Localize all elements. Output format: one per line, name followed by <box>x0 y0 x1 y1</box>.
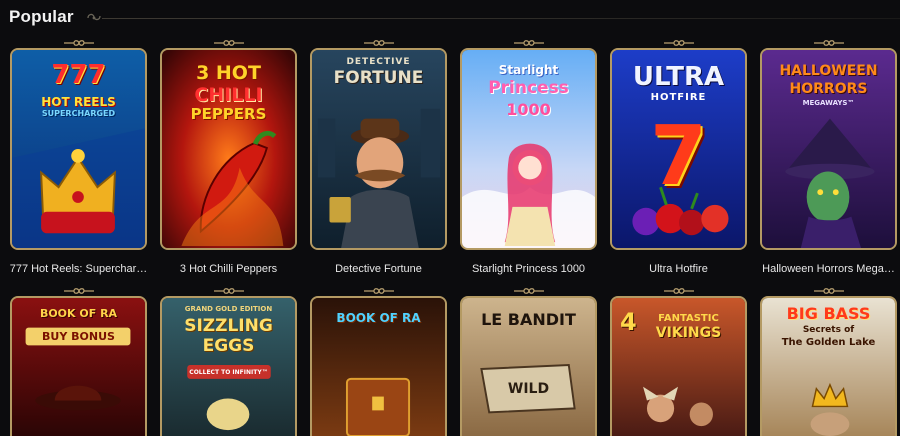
game-logo-subtitle: SUPERCHARGED <box>41 109 116 118</box>
card-ornament-icon <box>512 286 546 296</box>
title-ornament-icon <box>87 13 101 21</box>
game-thumbnail[interactable]: 3 HOT CHILLI PEPPERS <box>160 48 297 250</box>
title-divider <box>102 18 900 19</box>
game-logo-subtitle: Secrets of <box>802 325 855 335</box>
game-logo-subtitle: BUY BONUS <box>42 330 115 343</box>
card-ornament-icon <box>212 38 246 48</box>
game-thumbnail[interactable]: DETECTIVE FORTUNE <box>310 48 447 250</box>
section-header: Popular <box>0 0 900 36</box>
game-logo-title: Princess <box>488 78 569 98</box>
game-title[interactable]: Ultra Hotfire <box>604 263 753 275</box>
game-logo-number: 1000 <box>506 100 551 119</box>
card-ornament-icon <box>812 38 846 48</box>
game-logo-subtitle: Starlight <box>498 63 559 77</box>
game-thumbnail[interactable]: BIG BASS Secrets of The Golden Lake <box>760 296 897 436</box>
game-title[interactable]: Starlight Princess 1000 <box>454 263 603 275</box>
game-logo-subtitle: COLLECT TO INFINITY™ <box>189 369 268 376</box>
game-logo-title-2: HORRORS <box>789 81 868 97</box>
game-logo-subtitle: DETECTIVE <box>346 57 411 67</box>
game-thumbnail[interactable]: BOOK OF RA <box>310 296 447 436</box>
game-logo-title: LE BANDIT <box>481 310 576 329</box>
card-ornament-icon <box>362 38 396 48</box>
card-ornament-icon <box>362 286 396 296</box>
game-logo-title: BOOK OF RA <box>39 307 118 320</box>
game-logo-number: 777 <box>51 60 106 90</box>
game-logo-seven: 7 <box>649 109 708 204</box>
game-thumbnail[interactable]: 777 HOT REELS SUPERCHARGED <box>10 48 147 250</box>
game-logo-title: VIKINGS <box>655 325 722 341</box>
game-title[interactable]: 3 Hot Chilli Peppers <box>154 263 303 275</box>
game-logo-title: HALLOWEEN <box>779 63 878 79</box>
game-logo-title: FORTUNE <box>333 68 424 88</box>
section-title: Popular <box>9 7 74 26</box>
game-art <box>762 50 895 248</box>
game-logo-title-3: PEPPERS <box>190 105 267 123</box>
game-title[interactable]: Detective Fortune <box>304 263 453 275</box>
card-ornament-icon <box>62 38 96 48</box>
game-logo-subtitle: WILD <box>507 381 550 397</box>
game-logo-subtitle-2: The Golden Lake <box>781 337 876 348</box>
card-ornament-icon <box>662 38 696 48</box>
card-ornament-icon <box>512 38 546 48</box>
game-logo-title-2: EGGS <box>202 336 255 356</box>
card-ornament-icon <box>662 286 696 296</box>
game-title[interactable]: Halloween Horrors Mega… <box>754 263 900 275</box>
game-logo-subtitle: FANTASTIC <box>658 313 719 324</box>
game-logo-title: BIG BASS <box>786 304 871 323</box>
card-ornament-icon <box>62 286 96 296</box>
game-logo-subtitle: HOTFIRE <box>650 92 707 103</box>
game-logo-title: BOOK OF RA <box>336 311 421 325</box>
card-ornament-icon <box>212 286 246 296</box>
game-logo-subtitle: MEGAWAYS™ <box>802 99 855 107</box>
game-thumbnail[interactable]: Starlight Princess 1000 <box>460 48 597 250</box>
game-thumbnail[interactable]: 4 FANTASTIC VIKINGS <box>610 296 747 436</box>
game-thumbnail[interactable]: HALLOWEEN HORRORS MEGAWAYS™ <box>760 48 897 250</box>
game-logo-title: 3 HOT <box>196 62 261 84</box>
game-logo-title: HOT REELS <box>41 95 116 109</box>
game-thumbnail[interactable]: ULTRA HOTFIRE 7 <box>610 48 747 250</box>
game-logo-title: SIZZLING <box>184 316 273 336</box>
game-title[interactable]: 777 Hot Reels: Superchar… <box>4 263 153 275</box>
game-logo-title: ULTRA <box>632 62 725 92</box>
card-ornament-icon <box>812 286 846 296</box>
game-thumbnail[interactable]: BOOK OF RA BUY BONUS <box>10 296 147 436</box>
game-thumbnail[interactable]: LE BANDIT WILD <box>460 296 597 436</box>
game-logo-edition: GRAND GOLD EDITION <box>184 305 273 313</box>
game-thumbnail[interactable]: GRAND GOLD EDITION SIZZLING EGGS COLLECT… <box>160 296 297 436</box>
game-logo-title-2: CHILLI <box>194 84 263 106</box>
